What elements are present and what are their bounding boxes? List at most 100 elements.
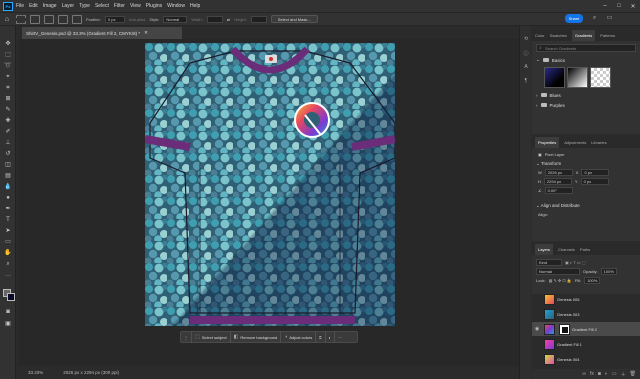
screen-mode-icon[interactable]: ▣ bbox=[3, 320, 13, 328]
marquee-tool-icon[interactable] bbox=[16, 14, 26, 24]
healing-brush-tool-icon[interactable]: ✚ bbox=[3, 117, 13, 125]
gradients-search-input[interactable]: ⌕ Search Gradients bbox=[536, 44, 636, 52]
menu-view[interactable]: View bbox=[130, 3, 141, 9]
add-selection-icon[interactable] bbox=[44, 14, 54, 24]
antialias-checkbox[interactable]: Anti-alias bbox=[129, 17, 145, 22]
layer-row[interactable]: Gradient Fill 1 bbox=[532, 337, 640, 352]
move-tool-icon[interactable]: ✥ bbox=[3, 40, 13, 48]
menu-edit[interactable]: Edit bbox=[29, 3, 38, 9]
history-brush-tool-icon[interactable]: ↺ bbox=[3, 150, 13, 158]
subtract-selection-icon[interactable] bbox=[58, 14, 68, 24]
tab-adjustments[interactable]: Adjustments bbox=[564, 140, 586, 145]
crop-tool-icon[interactable]: ⌗ bbox=[3, 84, 13, 92]
lock-icons[interactable]: ▦ ✎ ✥ ⊡ 🔒 bbox=[549, 278, 572, 283]
type-tool-icon[interactable]: T bbox=[3, 216, 13, 224]
zoom-tool-icon[interactable]: ⌕ bbox=[3, 260, 13, 268]
menu-help[interactable]: Help bbox=[190, 3, 200, 9]
blur-tool-icon[interactable]: 💧 bbox=[3, 183, 13, 191]
menu-file[interactable]: File bbox=[16, 3, 24, 9]
tab-color[interactable]: Color bbox=[535, 33, 545, 38]
adjustment-layer-icon[interactable]: ◐ bbox=[605, 371, 608, 377]
lasso-tool-icon[interactable]: ➰ bbox=[3, 62, 13, 70]
feather-input[interactable]: 0 px bbox=[104, 15, 125, 23]
tab-libraries[interactable]: Libraries bbox=[591, 140, 606, 145]
new-selection-icon[interactable] bbox=[30, 14, 40, 24]
mask-icon[interactable]: ◐ bbox=[326, 331, 335, 343]
tab-channels[interactable]: Channels bbox=[558, 247, 575, 252]
menu-select[interactable]: Select bbox=[95, 3, 109, 9]
height-input[interactable] bbox=[250, 15, 267, 23]
menu-plugins[interactable]: Plugins bbox=[146, 3, 162, 9]
layer-row[interactable]: Genesis 004 bbox=[532, 352, 640, 367]
hand-tool-icon[interactable]: ✋ bbox=[3, 249, 13, 257]
pen-tool-icon[interactable]: ✒ bbox=[3, 205, 13, 213]
maximize-icon[interactable]: □ bbox=[612, 0, 626, 12]
gradient-tool-icon[interactable]: ▤ bbox=[3, 172, 13, 180]
document-tab[interactable]: ShirtV_Genesis.psd @ 33.3% (Gradient Fil… bbox=[22, 27, 182, 39]
transform-icon[interactable]: ⌗ bbox=[316, 331, 326, 343]
menu-layer[interactable]: Layer bbox=[62, 3, 75, 9]
menu-type[interactable]: Type bbox=[79, 3, 90, 9]
new-group-icon[interactable]: ▭ bbox=[612, 371, 617, 377]
background-color-swatch[interactable] bbox=[7, 293, 15, 301]
eye-icon[interactable]: ◉ bbox=[532, 326, 542, 332]
path-select-tool-icon[interactable]: ➤ bbox=[3, 227, 13, 235]
opacity-input[interactable]: 100% bbox=[600, 268, 617, 275]
new-layer-icon[interactable]: ＋ bbox=[621, 371, 626, 378]
tab-swatches[interactable]: Swatches bbox=[550, 33, 567, 38]
share-button[interactable]: Share bbox=[565, 14, 583, 23]
blend-mode-select[interactable]: Normal bbox=[536, 268, 580, 275]
workspace-icon[interactable]: ▭ bbox=[605, 14, 614, 23]
layer-row[interactable]: Genesis 003 bbox=[532, 307, 640, 322]
width-field[interactable]: 2026 px bbox=[544, 169, 573, 176]
clone-stamp-tool-icon[interactable]: ⊥ bbox=[3, 139, 13, 147]
select-subject-button[interactable]: ⬚ Select subject bbox=[192, 331, 231, 343]
tab-gradients[interactable]: Gradients bbox=[571, 30, 596, 41]
zoom-level[interactable]: 33.33% bbox=[28, 370, 43, 375]
transform-section-title[interactable]: ⌄ Transform bbox=[532, 159, 640, 168]
intersect-selection-icon[interactable] bbox=[72, 14, 82, 24]
layer-kind-filter[interactable]: Kind bbox=[536, 259, 562, 266]
layer-row-active[interactable]: ◉ Gradient Fill 2 bbox=[532, 322, 640, 337]
dodge-tool-icon[interactable]: ● bbox=[3, 194, 13, 202]
more-options-icon[interactable]: ··· bbox=[335, 331, 345, 343]
remove-background-button[interactable]: ◧ Remove background bbox=[231, 331, 282, 343]
select-and-mask-button[interactable]: Select and Mask... bbox=[270, 15, 318, 23]
paragraph-icon[interactable]: ¶ bbox=[522, 78, 530, 86]
gradient-swatch[interactable] bbox=[544, 67, 565, 88]
layer-row[interactable]: Genesis 005 bbox=[532, 292, 640, 307]
gradient-group-basics[interactable]: ⌄ Basics bbox=[532, 55, 640, 65]
style-select[interactable]: Normal bbox=[163, 15, 188, 23]
link-layers-icon[interactable]: ∞ bbox=[582, 371, 586, 377]
more-tools-icon[interactable]: ··· bbox=[3, 272, 13, 280]
fx-icon[interactable]: fx bbox=[590, 371, 594, 377]
frame-tool-icon[interactable]: ⊠ bbox=[3, 95, 13, 103]
artboard[interactable] bbox=[145, 43, 395, 326]
height-field[interactable]: 2294 px bbox=[543, 178, 572, 185]
tab-paths[interactable]: Paths bbox=[580, 247, 590, 252]
adjust-colors-button[interactable]: ◑ Adjust colors bbox=[281, 331, 317, 343]
photoshop-logo-icon[interactable]: Ps bbox=[3, 1, 13, 11]
swap-icon[interactable]: ⇄ bbox=[227, 17, 230, 22]
search-icon[interactable]: ⌕ bbox=[590, 14, 599, 23]
x-field[interactable]: 0 px bbox=[581, 169, 610, 176]
quick-mask-icon[interactable]: ◙ bbox=[3, 308, 13, 316]
width-input[interactable] bbox=[206, 15, 223, 23]
marquee-tool-icon[interactable]: ⬚ bbox=[3, 51, 13, 59]
delete-layer-icon[interactable]: 🗑 bbox=[630, 371, 636, 377]
gradient-group-purples[interactable]: › Purples bbox=[532, 100, 640, 110]
character-icon[interactable]: A bbox=[522, 64, 530, 72]
object-select-tool-icon[interactable]: ⌖ bbox=[3, 73, 13, 81]
eraser-tool-icon[interactable]: ◫ bbox=[3, 161, 13, 169]
close-icon[interactable]: ✕ bbox=[626, 0, 640, 12]
align-section-title[interactable]: ⌄ Align and Distribute bbox=[532, 201, 640, 210]
brush-tool-icon[interactable]: ✐ bbox=[3, 128, 13, 136]
add-mask-icon[interactable]: ◙ bbox=[598, 371, 601, 377]
tab-patterns[interactable]: Patterns bbox=[600, 33, 615, 38]
minimize-icon[interactable]: – bbox=[598, 0, 612, 12]
filter-icons[interactable]: ▣ ◐ T ▭ ⬚ bbox=[565, 260, 586, 265]
menu-window[interactable]: Window bbox=[167, 3, 185, 9]
fill-input[interactable]: 100% bbox=[584, 277, 601, 284]
shape-tool-icon[interactable]: ▭ bbox=[3, 238, 13, 246]
gradient-swatch[interactable] bbox=[590, 67, 611, 88]
